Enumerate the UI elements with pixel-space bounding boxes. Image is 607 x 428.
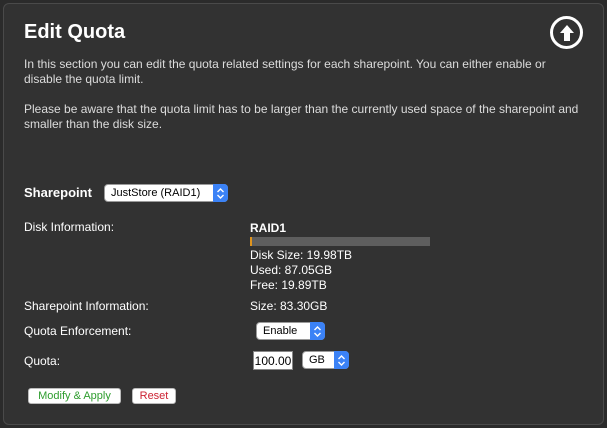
select-stepper-icon [213,184,228,202]
disk-free-text: Free: 19.89TB [250,278,327,292]
quota-unit-select[interactable]: GB [302,351,349,369]
warning-paragraph: Please be aware that the quota limit has… [24,102,579,131]
disk-usage-fill [250,237,252,246]
arrow-up-icon [559,24,574,41]
quota-enforcement-select[interactable]: Enable [256,322,325,340]
quota-enforcement-label: Quota Enforcement: [24,324,132,338]
scroll-up-button[interactable] [550,16,583,49]
disk-name: RAID1 [250,221,287,235]
sharepoint-label: Sharepoint [24,185,92,200]
quota-label: Quota: [24,354,61,368]
quota-unit-value: GB [309,354,325,366]
select-stepper-icon [310,322,325,340]
sharepoint-select-value: JustStore (RAID1) [111,187,201,199]
sharepoint-select[interactable]: JustStore (RAID1) [104,184,228,202]
select-stepper-icon [334,351,349,369]
quota-value-input[interactable] [253,351,293,370]
page-title: Edit Quota [24,21,126,43]
modify-apply-button[interactable]: Modify & Apply [28,388,121,404]
edit-quota-panel: Edit Quota In this section you can edit … [3,3,604,425]
quota-enforcement-value: Enable [263,325,298,337]
disk-size-text: Disk Size: 19.98TB [250,248,353,262]
reset-button[interactable]: Reset [132,388,176,404]
disk-usage-bar [250,237,430,246]
description-paragraph: In this section you can edit the quota r… [24,57,546,86]
sharepoint-size-text: Size: 83.30GB [250,299,328,313]
disk-information-label: Disk Information: [24,220,115,234]
disk-used-text: Used: 87.05GB [250,263,333,277]
sharepoint-information-label: Sharepoint Information: [24,299,149,313]
